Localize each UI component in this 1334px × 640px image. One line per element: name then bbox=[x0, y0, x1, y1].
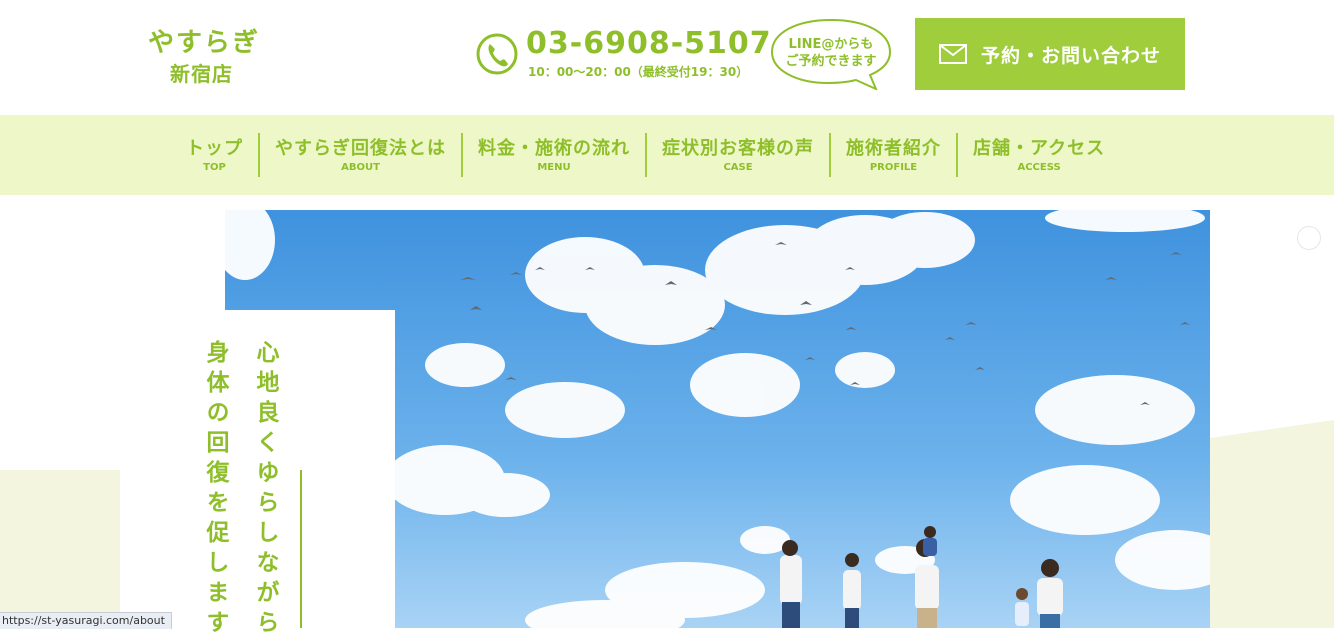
nav-item-top[interactable]: トップ TOP bbox=[180, 133, 258, 177]
hero-tagline: 心地良くゆらしながら 身体の回復を促します bbox=[200, 340, 310, 640]
nav-sublabel: TOP bbox=[203, 161, 226, 173]
nav-label: 店舗・アクセス bbox=[973, 137, 1106, 159]
site-logo[interactable]: やすらぎ 新宿店 bbox=[148, 26, 268, 88]
logo-line-1: やすらぎ bbox=[148, 28, 261, 58]
nav-item-access[interactable]: 店舗・アクセス ACCESS bbox=[956, 133, 1120, 177]
decorative-shape-right bbox=[1210, 420, 1334, 628]
phone-number[interactable]: 03-6908-5107 bbox=[526, 26, 772, 62]
nav-sublabel: ACCESS bbox=[1017, 161, 1061, 173]
nav-label: 施術者紹介 bbox=[846, 137, 941, 159]
nav-item-menu[interactable]: 料金・施術の流れ MENU bbox=[461, 133, 645, 177]
decorative-shape-left bbox=[0, 470, 120, 628]
nav-item-profile[interactable]: 施術者紹介 PROFILE bbox=[829, 133, 956, 177]
nav-item-about[interactable]: やすらぎ回復法とは ABOUT bbox=[258, 133, 461, 177]
line-text-1: LINE@からも bbox=[788, 37, 874, 52]
business-hours: 10：00〜20：00（最終受付19：30） bbox=[528, 65, 749, 79]
line-text-2: ご予約できます bbox=[785, 54, 877, 69]
line-reservation-link[interactable]: LINE@からも ご予約できます bbox=[770, 36, 892, 70]
scroll-indicator bbox=[1297, 226, 1321, 250]
mail-icon bbox=[938, 44, 967, 64]
nav-sublabel: CASE bbox=[723, 161, 753, 173]
accent-divider bbox=[300, 470, 302, 628]
phone-icon bbox=[476, 33, 518, 75]
nav-item-case[interactable]: 症状別お客様の声 CASE bbox=[645, 133, 829, 177]
tagline-line-2: 身体の回復を促します bbox=[202, 340, 228, 640]
global-nav: トップ TOP やすらぎ回復法とは ABOUT 料金・施術の流れ MENU 症状… bbox=[0, 115, 1334, 195]
reservation-contact-label: 予約・お問い合わせ bbox=[980, 44, 1161, 67]
nav-sublabel: PROFILE bbox=[869, 161, 918, 173]
nav-sublabel: ABOUT bbox=[341, 161, 380, 173]
tagline-line-1: 心地良くゆらしながら bbox=[252, 340, 278, 640]
logo-line-2: 新宿店 bbox=[170, 62, 233, 86]
nav-label: 症状別お客様の声 bbox=[662, 137, 814, 159]
nav-label: やすらぎ回復法とは bbox=[275, 137, 446, 159]
reservation-contact-button[interactable]: 予約・お問い合わせ bbox=[915, 18, 1185, 90]
status-bar-url: https://st-yasuragi.com/about bbox=[0, 612, 172, 629]
nav-sublabel: MENU bbox=[537, 161, 571, 173]
nav-label: 料金・施術の流れ bbox=[478, 137, 630, 159]
nav-label: トップ bbox=[186, 137, 243, 159]
